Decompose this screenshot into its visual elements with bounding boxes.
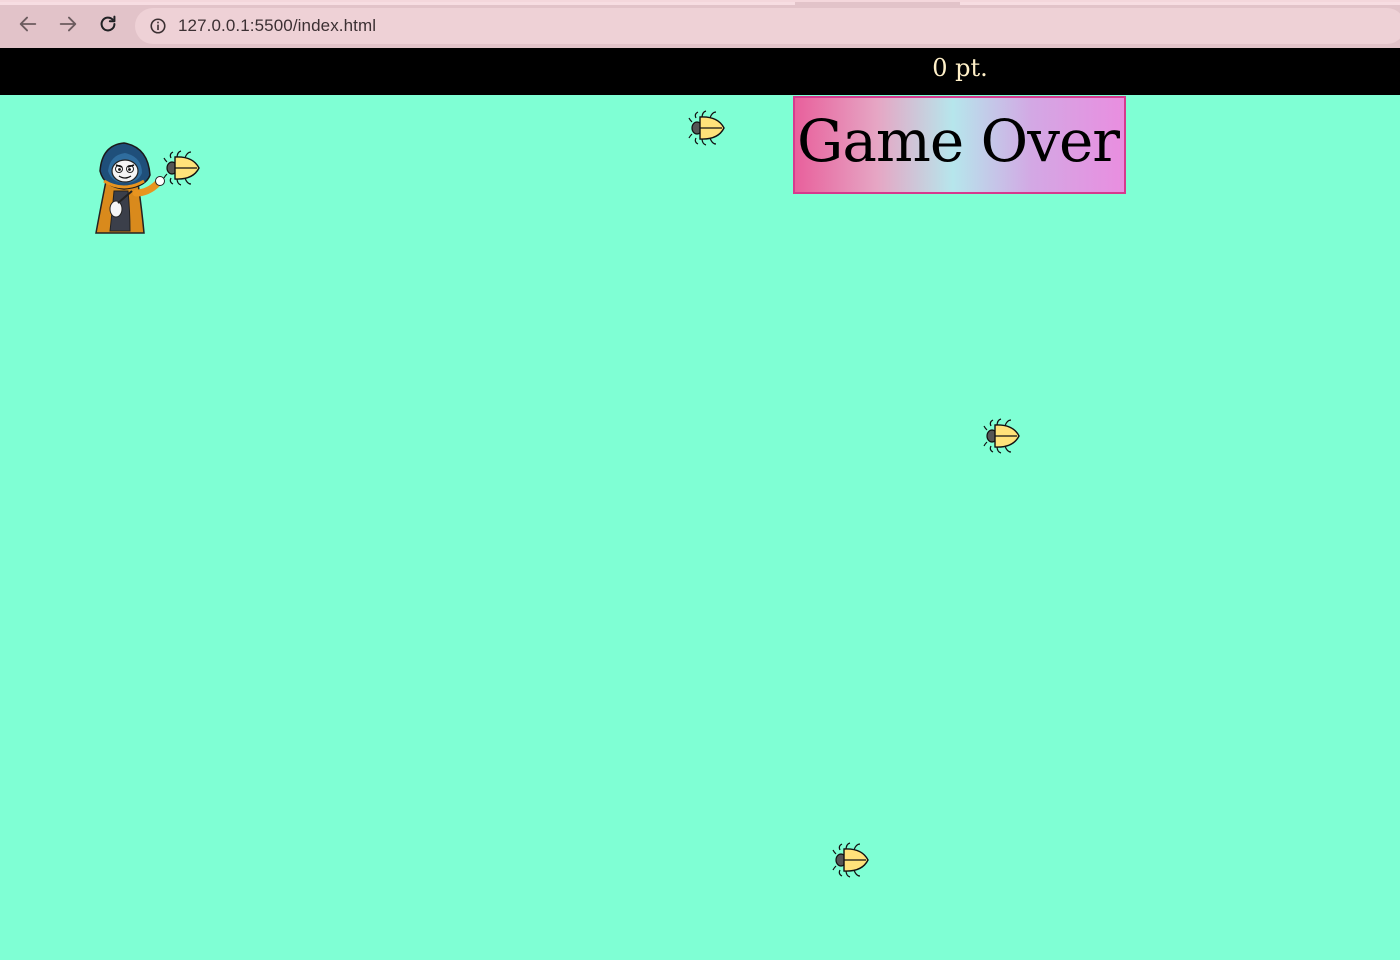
browser-toolbar: 127.0.0.1:5500/index.html: [0, 0, 1400, 48]
tab-strip-edge: [960, 2, 1400, 5]
beetle-icon[interactable]: [983, 416, 1023, 456]
reload-icon: [100, 15, 116, 32]
score-wrap: 0 pt.: [0, 48, 1400, 95]
reload-button[interactable]: [94, 10, 122, 38]
url-text[interactable]: 127.0.0.1:5500/index.html: [178, 16, 376, 36]
back-arrow-icon: [19, 16, 37, 32]
info-icon[interactable]: [149, 17, 167, 35]
back-button[interactable]: [14, 10, 42, 38]
address-bar[interactable]: 127.0.0.1:5500/index.html: [135, 8, 1400, 44]
score-display: 0 pt.: [932, 54, 988, 82]
forward-button[interactable]: [54, 10, 82, 38]
beetle-icon[interactable]: [688, 108, 728, 148]
forward-arrow-icon: [59, 16, 77, 32]
beetle-icon[interactable]: [163, 148, 203, 188]
wizard-icon: [95, 142, 165, 234]
game-over-text: Game Over: [797, 107, 1120, 175]
game-over-banner: Game Over: [793, 96, 1126, 194]
score-bar: 0 pt.: [0, 48, 1400, 95]
beetle-icon[interactable]: [832, 840, 872, 880]
tab-strip-edge: [0, 2, 795, 5]
